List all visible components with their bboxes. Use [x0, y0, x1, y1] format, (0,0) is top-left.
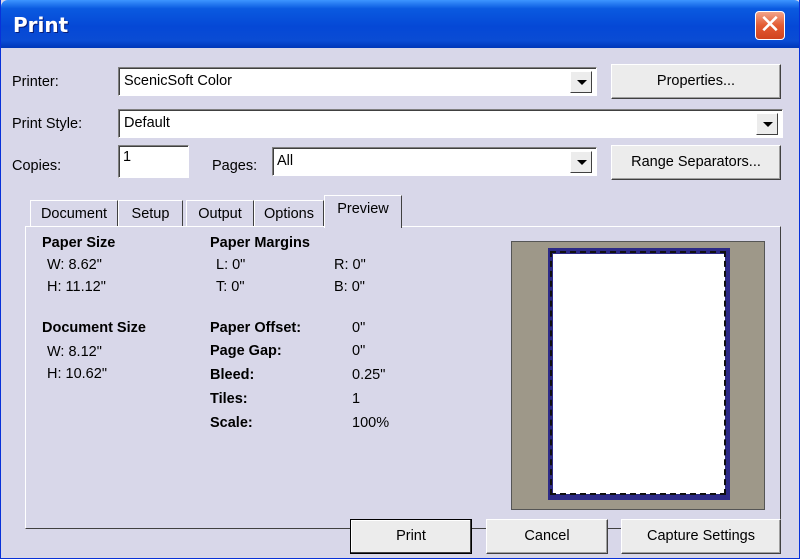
paper-margins-heading: Paper Margins — [210, 235, 310, 251]
range-separators-button[interactable]: Range Separators... — [611, 145, 781, 180]
properties-button-label: Properties... — [656, 73, 736, 89]
pages-label: Pages: — [212, 158, 258, 174]
chevron-down-icon — [577, 80, 587, 85]
page-gap-value: 0" — [352, 343, 366, 359]
page-gap-label: Page Gap: — [210, 343, 282, 359]
paper-offset-label: Paper Offset: — [210, 320, 302, 336]
print-style-select[interactable]: Default — [118, 109, 783, 138]
document-size-heading: Document Size — [42, 320, 146, 336]
chevron-down-icon — [577, 160, 587, 165]
tab-document[interactable]: Document — [30, 200, 118, 227]
tab-output-label: Output — [198, 206, 242, 222]
title-bar[interactable]: Print ✕ — [1, 0, 799, 48]
print-button-label: Print — [396, 528, 426, 544]
capture-settings-label: Capture Settings — [646, 528, 755, 544]
scale-label: Scale: — [210, 415, 253, 431]
print-dialog: Print ✕ Printer: ScenicSoft Color Proper… — [0, 0, 800, 559]
scale-value: 100% — [352, 415, 390, 431]
margin-top: T: 0" — [216, 279, 245, 295]
cancel-button[interactable]: Cancel — [486, 519, 608, 554]
range-separators-label: Range Separators... — [631, 154, 761, 170]
chevron-down-icon — [763, 122, 773, 127]
tiles-label: Tiles: — [210, 391, 248, 407]
print-style-value: Default — [124, 115, 170, 131]
pages-select[interactable]: All — [272, 147, 597, 176]
tab-document-label: Document — [40, 206, 108, 222]
print-style-dropdown-button[interactable] — [756, 113, 778, 135]
print-style-label: Print Style: — [12, 116, 83, 132]
window-title: Print — [13, 13, 69, 37]
tab-options[interactable]: Options — [254, 200, 324, 227]
pages-value: All — [277, 153, 294, 169]
printer-select[interactable]: ScenicSoft Color — [118, 67, 597, 96]
tab-setup-label: Setup — [131, 206, 170, 222]
tab-preview-label: Preview — [337, 201, 389, 217]
printer-dropdown-button[interactable] — [570, 71, 592, 93]
capture-settings-button[interactable]: Capture Settings — [621, 519, 781, 554]
properties-button[interactable]: Properties... — [611, 64, 781, 99]
tab-setup[interactable]: Setup — [118, 200, 183, 227]
bleed-label: Bleed: — [210, 367, 255, 383]
tiles-value: 1 — [352, 391, 361, 407]
copies-input[interactable]: 1 — [118, 145, 189, 178]
page-preview — [511, 241, 765, 510]
margin-right: R: 0" — [334, 257, 366, 273]
cancel-button-label: Cancel — [524, 528, 570, 544]
paper-size-width: W: 8.62" — [47, 257, 102, 273]
tab-options-label: Options — [264, 206, 314, 222]
margin-bottom: B: 0" — [334, 279, 365, 295]
printer-value: ScenicSoft Color — [124, 73, 232, 89]
print-button[interactable]: Print — [350, 519, 472, 554]
paper-size-heading: Paper Size — [42, 235, 116, 251]
preview-bleed-outline — [550, 251, 726, 495]
preview-sheet — [548, 248, 730, 500]
paper-size-height: H: 11.12" — [47, 279, 106, 295]
tab-preview[interactable]: Preview — [324, 195, 402, 228]
paper-offset-value: 0" — [352, 320, 366, 336]
document-size-height: H: 10.62" — [47, 366, 107, 382]
printer-label: Printer: — [12, 74, 59, 90]
close-icon: ✕ — [759, 10, 781, 40]
bleed-value: 0.25" — [352, 367, 386, 383]
margin-left: L: 0" — [216, 257, 246, 273]
pages-dropdown-button[interactable] — [570, 151, 592, 173]
close-button[interactable]: ✕ — [755, 10, 785, 40]
copies-value: 1 — [123, 149, 132, 165]
document-size-width: W: 8.12" — [47, 344, 102, 360]
tab-output[interactable]: Output — [186, 200, 254, 227]
copies-label: Copies: — [12, 158, 62, 174]
